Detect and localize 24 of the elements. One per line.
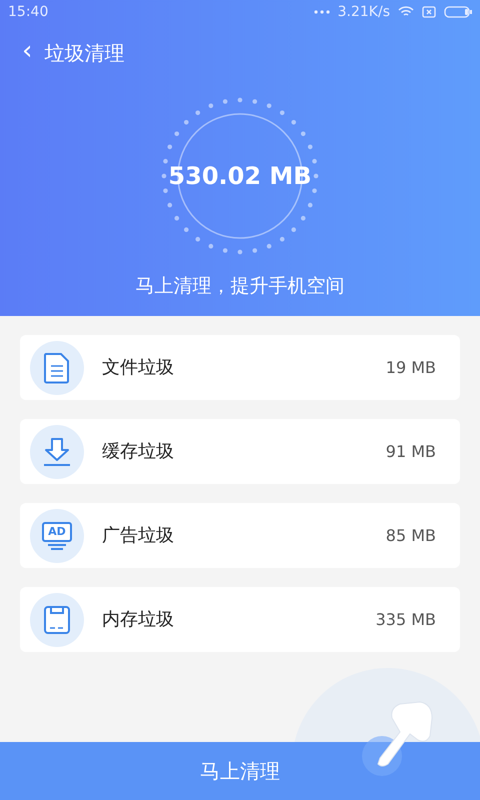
junk-item[interactable]: AD 广告垃圾 85 MB (20, 503, 460, 568)
item-label: 内存垃圾 (102, 608, 174, 632)
sim-icon (422, 6, 436, 18)
item-size: 91 MB (386, 440, 436, 462)
junk-item[interactable]: 文件垃圾 19 MB (20, 335, 460, 400)
item-label: 缓存垃圾 (102, 440, 174, 464)
page-title: 垃圾清理 (44, 40, 124, 67)
back-button[interactable]: ‹ (22, 38, 44, 68)
item-label: 文件垃圾 (102, 356, 174, 380)
document-icon (43, 352, 71, 384)
item-label: 广告垃圾 (102, 524, 174, 548)
junk-item[interactable]: 缓存垃圾 91 MB (20, 419, 460, 484)
caption-text: 马上清理，提升手机空间 (136, 275, 344, 297)
network-speed: 3.21K/s (338, 2, 390, 22)
junk-item[interactable]: 内存垃圾 335 MB (20, 587, 460, 652)
download-icon (43, 436, 71, 466)
dots-icon (314, 10, 330, 14)
battery-icon (444, 6, 472, 18)
wifi-icon (398, 6, 414, 18)
status-time: 15:40 (8, 2, 48, 22)
item-size: 19 MB (386, 356, 436, 378)
item-size: 85 MB (386, 524, 436, 546)
junk-total: 530.02 MB (168, 161, 312, 192)
item-size: 335 MB (376, 608, 436, 630)
